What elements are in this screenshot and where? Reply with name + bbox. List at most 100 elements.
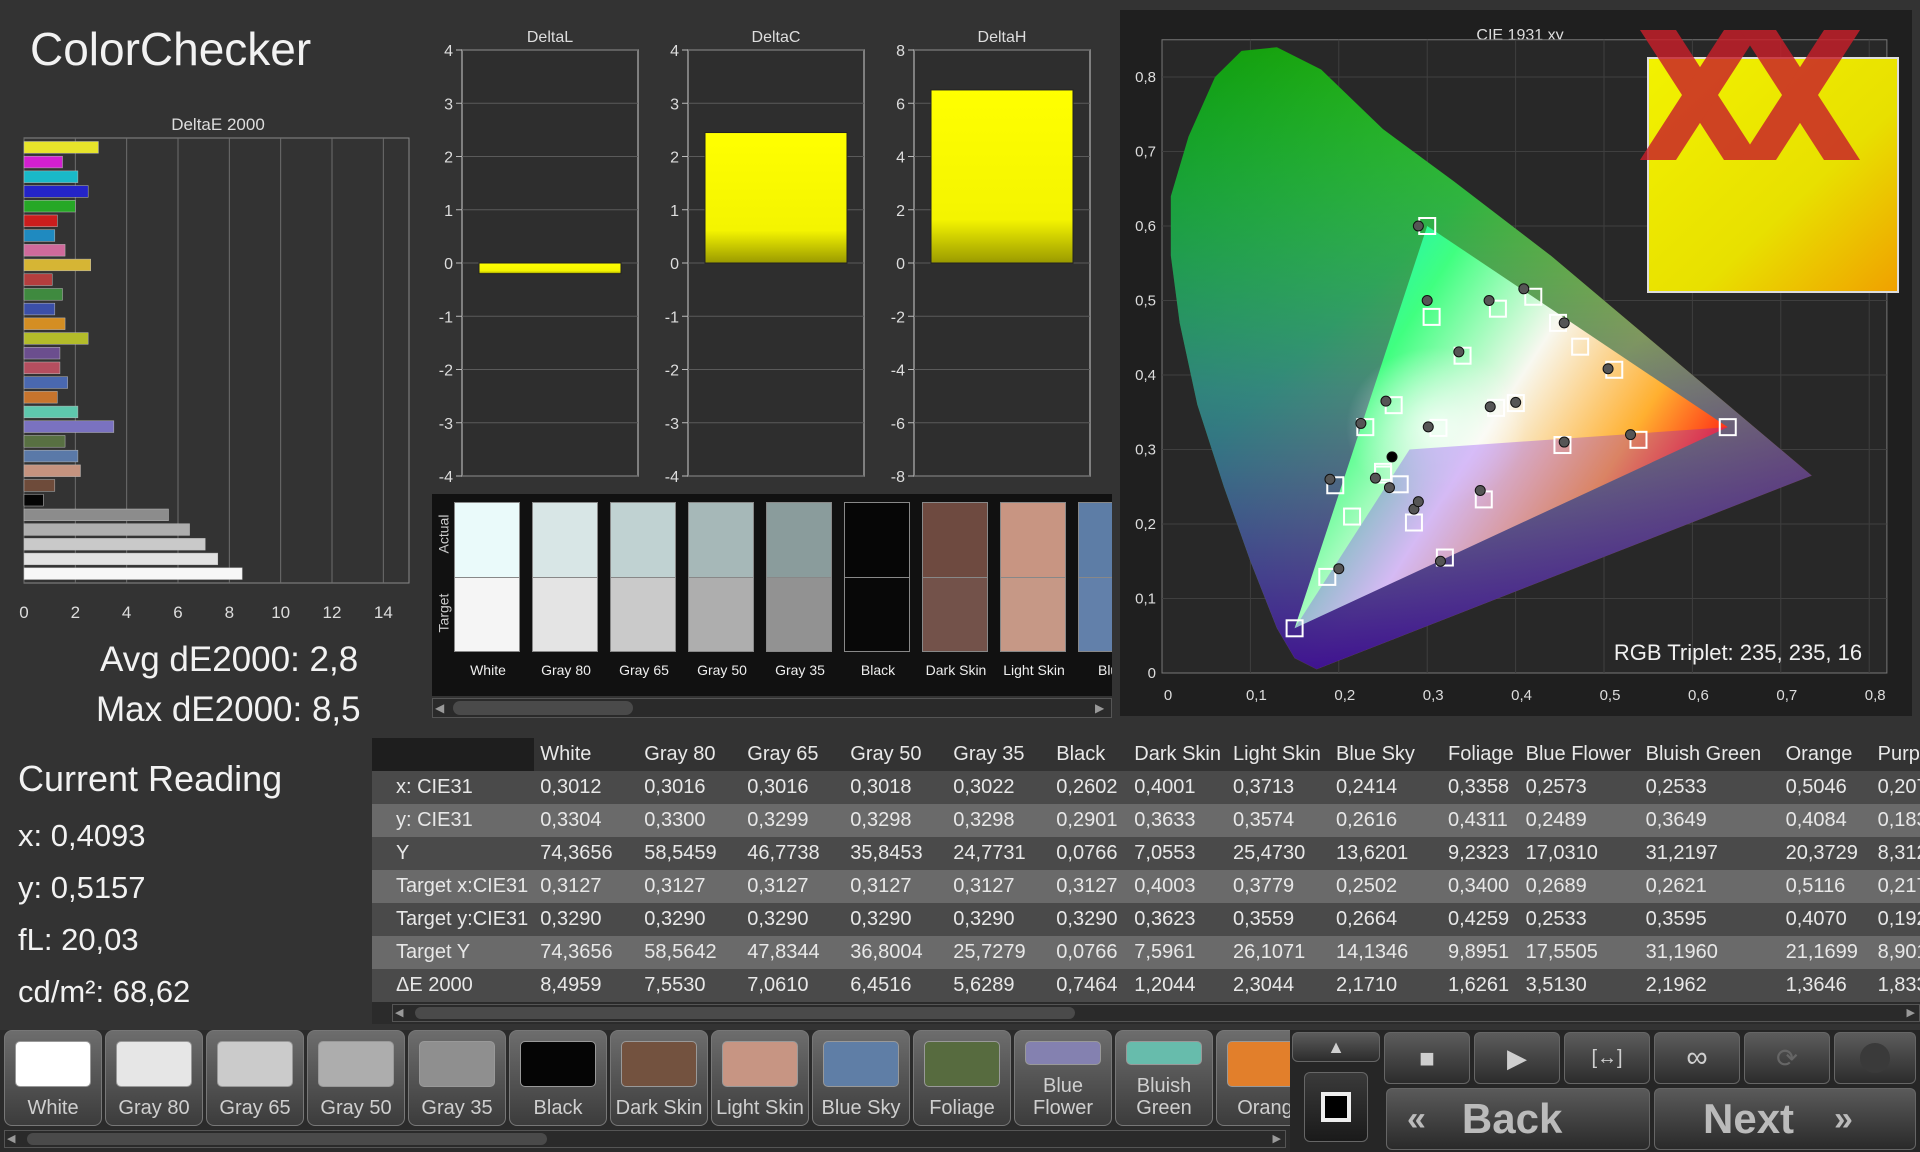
delta-bar [930,89,1074,264]
stop-measure-button[interactable] [1304,1072,1368,1142]
patch-button-gray-35[interactable]: Gray 35 [408,1030,506,1126]
actual-label: Actual [435,514,452,554]
patch-button-blue-sky[interactable]: Blue Sky [812,1030,910,1126]
table-cell: 36,8004 [844,936,948,969]
table-cell: 25,4730 [1227,837,1330,870]
table-cell: 0,3290 [534,903,639,936]
patch-scroll-left-icon[interactable]: ◀ [7,1132,15,1145]
deltae-bar [23,229,56,242]
measured-point [1369,472,1381,484]
back-chevron-icon: « [1407,1099,1426,1138]
table-cell: 17,5505 [1519,936,1640,969]
deltae-bar [23,552,219,566]
table-row: Target Y 74,3656 58,5642 47,8344 36,8004 25,7… [372,936,1920,969]
measured-point [1412,496,1424,508]
table-cell: 25,7279 [947,936,1051,969]
swatch-gray-80: Gray 80 [532,502,602,696]
swatch-target [844,578,910,652]
delta-tick-label: 0 [896,256,905,273]
delta-tick-label: 4 [670,43,679,60]
delta-tick-label: 4 [444,43,453,60]
table-cell: 1,2044 [1128,969,1227,1002]
reading-fl: fL: 20,03 [18,922,139,957]
swatch-label: Blue [1097,662,1112,678]
table-cell: 14,1346 [1330,936,1442,969]
swatch-actual [1000,502,1066,578]
patch-button-bluish-green[interactable]: Bluish Green [1115,1030,1213,1126]
table-cell: 21,1699 [1779,936,1872,969]
table-cell: 0,3649 [1639,804,1780,837]
delta-panel-deltac: DeltaC 4 3 2 1 0 -1 -2 -3 -4 [665,29,865,486]
table-cell: 0,3290 [638,903,742,936]
cie-y-tick: 0,4 [1135,367,1156,384]
table-scroll-thumb[interactable] [415,1007,1075,1019]
deltae-bar [23,435,66,448]
cie-y-tick: 0,6 [1135,218,1156,235]
table-scrollbar[interactable]: ◀ ▶ [392,1004,1920,1022]
next-button[interactable]: Next » [1654,1088,1916,1150]
play-button[interactable]: ▶ [1474,1032,1560,1084]
patch-button-foliage[interactable]: Foliage [913,1030,1011,1126]
patch-button-gray-80[interactable]: Gray 80 [105,1030,203,1126]
patch-scroll-right-icon[interactable]: ▶ [1273,1132,1281,1145]
deltae-tick-label: 0 [19,603,28,622]
patch-button-blue-flower[interactable]: Blue Flower [1014,1030,1112,1126]
record-button[interactable] [1834,1032,1916,1084]
patch-button-black[interactable]: Black [509,1030,607,1126]
deltae-chart: DeltaE 2000 0 2 4 6 8 10 12 14 [19,115,410,622]
patch-button-label: Blue Flower [1032,1075,1093,1119]
table-cell: 58,5459 [638,837,742,870]
swatch-actual [610,502,676,578]
table-cell: 0,192 [1871,903,1920,936]
patch-scrollbar[interactable]: ◀ ▶ [4,1130,1286,1148]
swatch-target [1078,578,1112,652]
measured-point [1355,417,1367,429]
table-cell: 0,2533 [1639,771,1780,804]
fit-button[interactable]: [↔] [1564,1032,1650,1084]
swatch-label: White [470,662,506,678]
table-cell: 0,3018 [844,771,948,804]
row-label: Target Y [372,936,535,969]
stop-button[interactable]: ■ [1384,1032,1470,1084]
deltae-bar [23,302,56,316]
scroll-up-button[interactable]: ▲ [1292,1032,1380,1062]
table-cell: 0,3298 [947,804,1051,837]
reading-y: y: 0,5157 [18,870,146,905]
refresh-button[interactable]: ⟳ [1744,1032,1830,1084]
current-reading-title: Current Reading [18,758,283,799]
back-button[interactable]: « Back [1386,1088,1650,1150]
scroll-right-icon[interactable]: ▶ [1095,701,1109,715]
measured-point [1602,363,1614,375]
patch-button-gray-65[interactable]: Gray 65 [206,1030,304,1126]
patch-button-gray-50[interactable]: Gray 50 [307,1030,405,1126]
swatch-white: White [454,502,524,696]
patch-color-chip [1126,1041,1202,1065]
patch-button-white[interactable]: White [4,1030,102,1126]
scroll-thumb[interactable] [453,701,633,715]
table-cell: 0,2414 [1330,771,1442,804]
table-scroll-left-icon[interactable]: ◀ [395,1006,403,1019]
deltae-bar [23,494,44,507]
scroll-left-icon[interactable]: ◀ [435,701,449,715]
table-cell: 0,3127 [1050,870,1129,903]
patch-button-dark-skin[interactable]: Dark Skin [610,1030,708,1126]
stop-square-icon [1321,1092,1351,1122]
delta-tick-label: -2 [665,363,679,380]
swatch-scrollbar[interactable]: ◀ ▶ [432,698,1112,718]
delta-panel-deltah: DeltaH 8 6 4 2 0 -2 -4 -6 -8 [891,29,1091,486]
measured-point [1484,401,1496,413]
cie-y-tick: 0,2 [1135,516,1156,533]
table-cell: 7,5530 [638,969,742,1002]
delta-tick-label: 4 [896,150,905,167]
deltae-bar [23,361,61,374]
patch-scroll-thumb[interactable] [27,1133,547,1145]
swatch-label: Gray 65 [619,662,669,678]
table-cell: 0,3779 [1227,870,1330,903]
table-scroll-right-icon[interactable]: ▶ [1907,1006,1915,1019]
target-label: Target [435,593,452,633]
rgb-triplet: RGB Triplet: 235, 235, 16 [1614,640,1862,665]
triangle-up-icon: ▲ [1327,1036,1345,1057]
patch-button-light-skin[interactable]: Light Skin [711,1030,809,1126]
table-cell: 0,3595 [1639,903,1780,936]
loop-button[interactable]: ∞ [1654,1032,1740,1084]
